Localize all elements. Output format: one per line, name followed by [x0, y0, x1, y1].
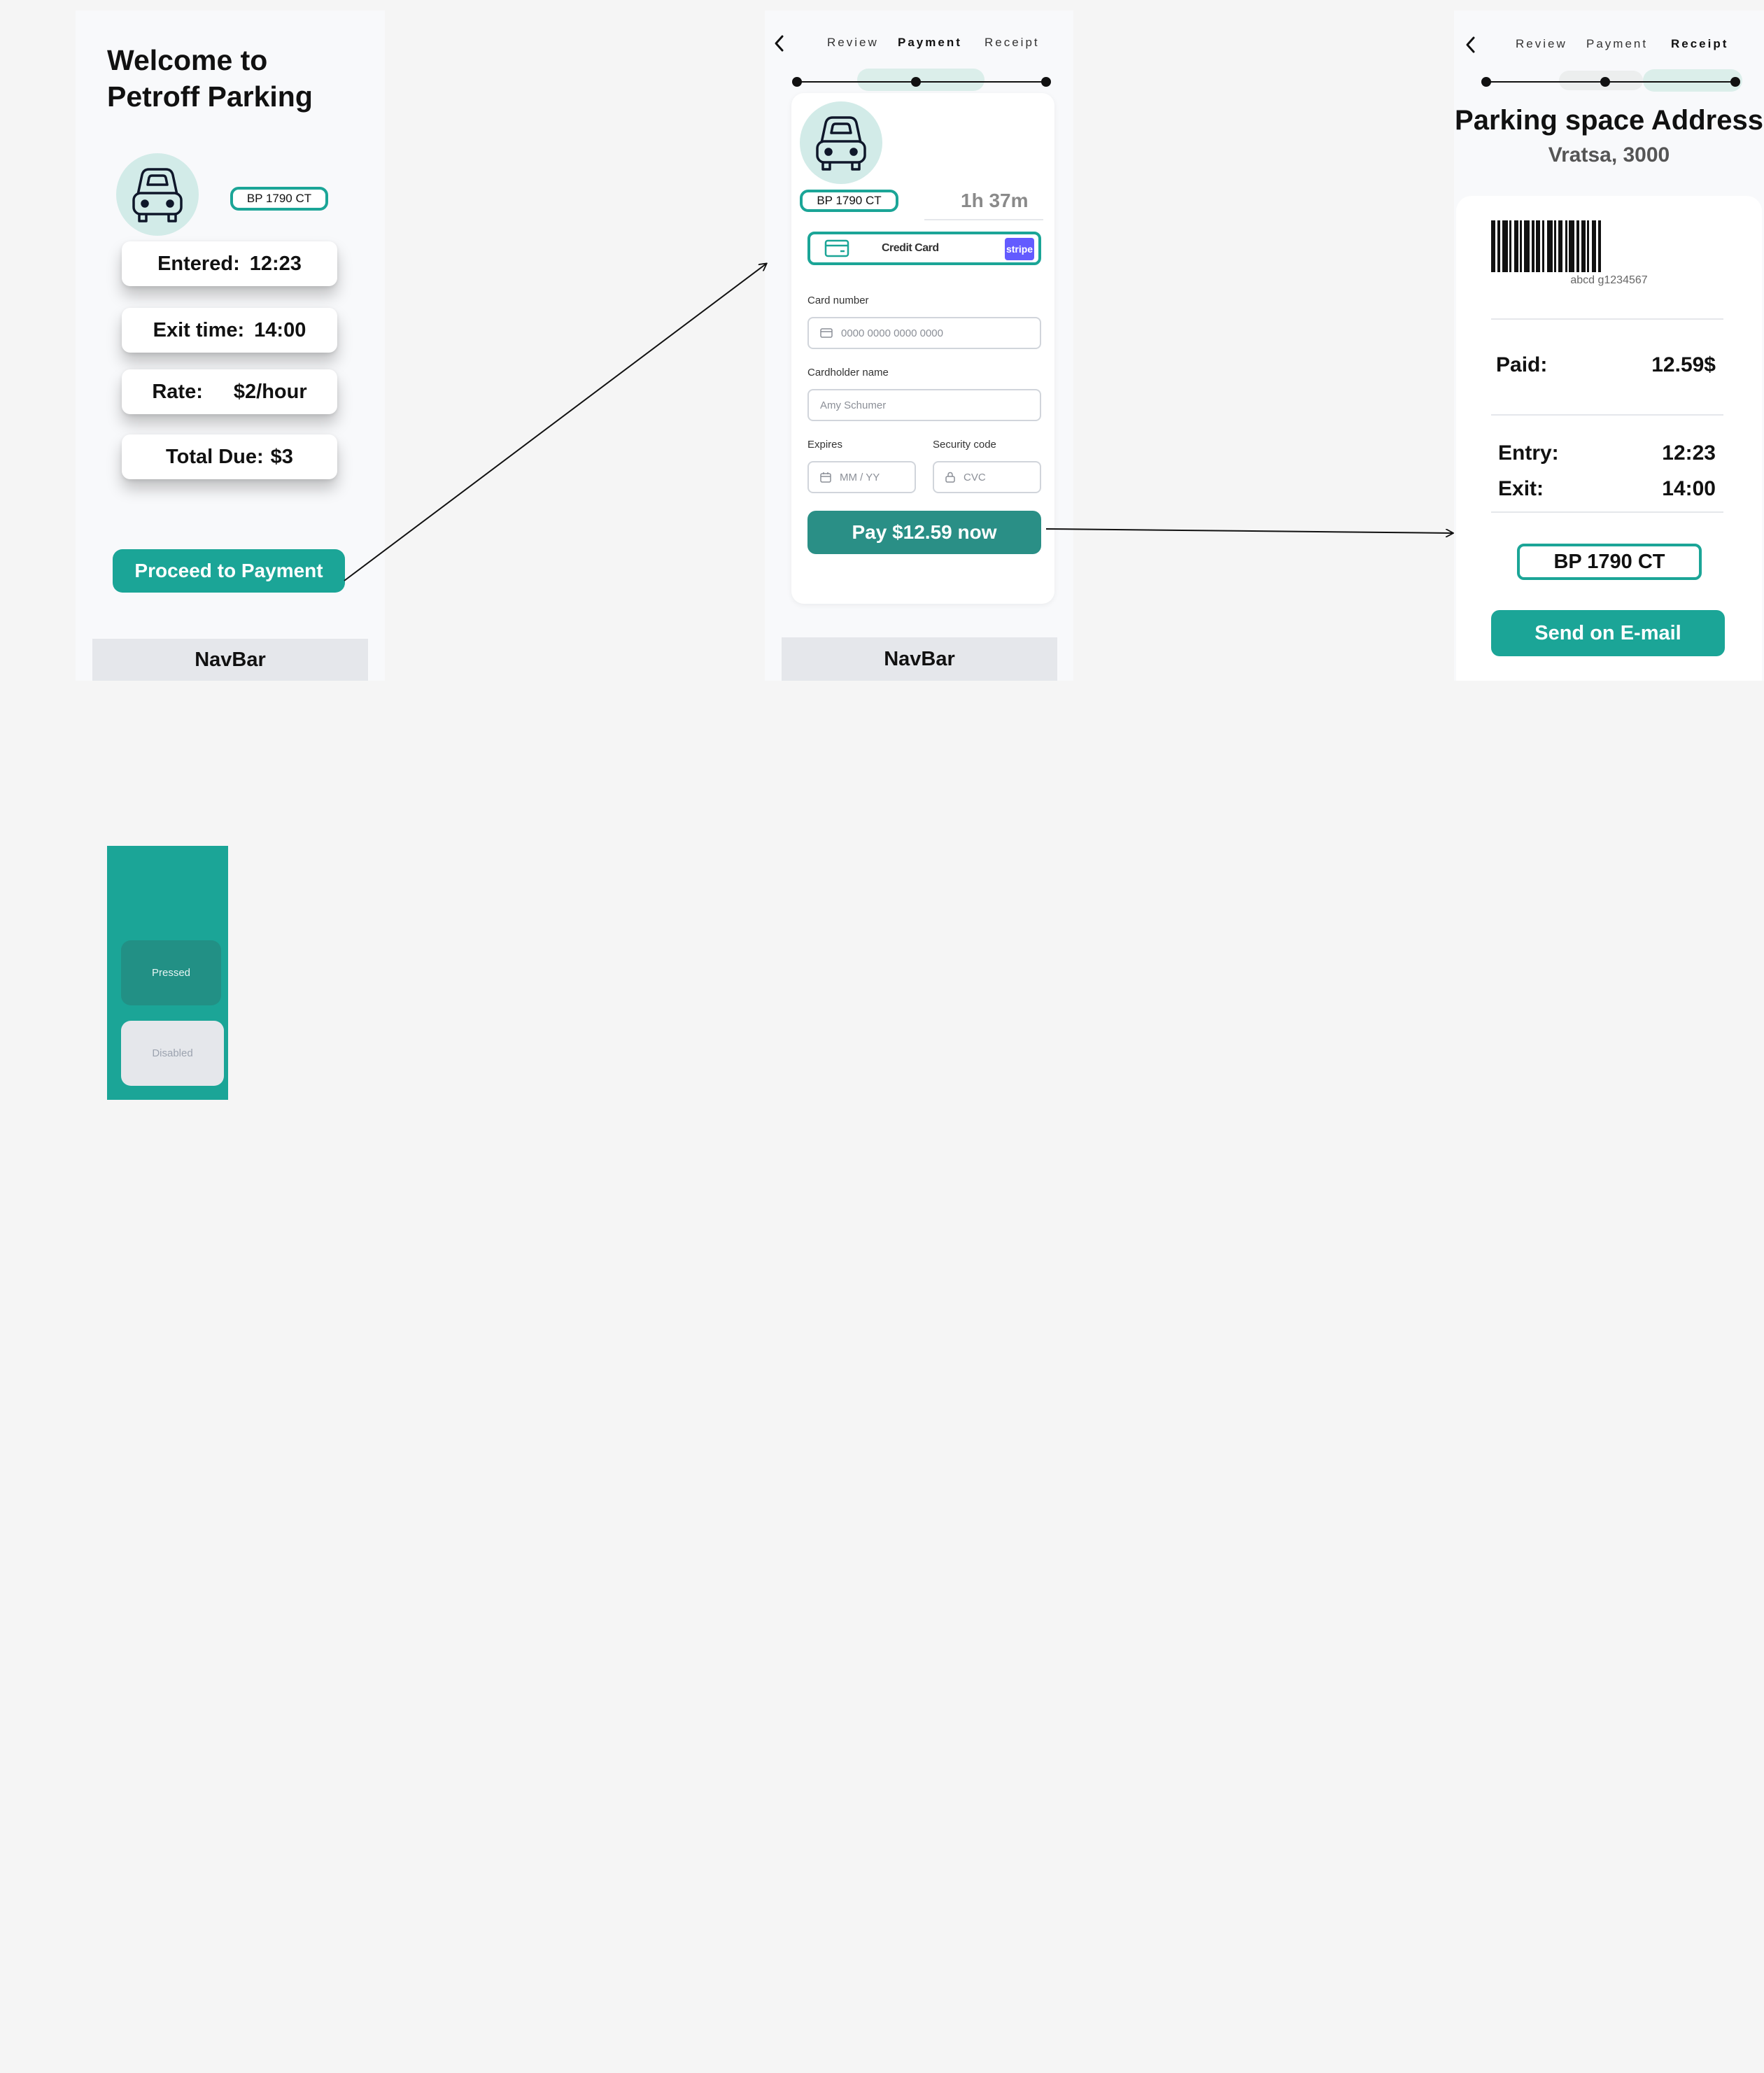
flow-arrow-review-to-payment — [344, 264, 766, 581]
button-states-swatch: Pressed Disabled — [107, 846, 228, 1100]
flow-arrows — [344, 0, 1764, 581]
flow-arrow-payment-to-receipt — [1045, 528, 1453, 533]
pressed-state-button[interactable]: Pressed — [121, 940, 221, 1005]
disabled-state-button: Disabled — [121, 1021, 224, 1086]
